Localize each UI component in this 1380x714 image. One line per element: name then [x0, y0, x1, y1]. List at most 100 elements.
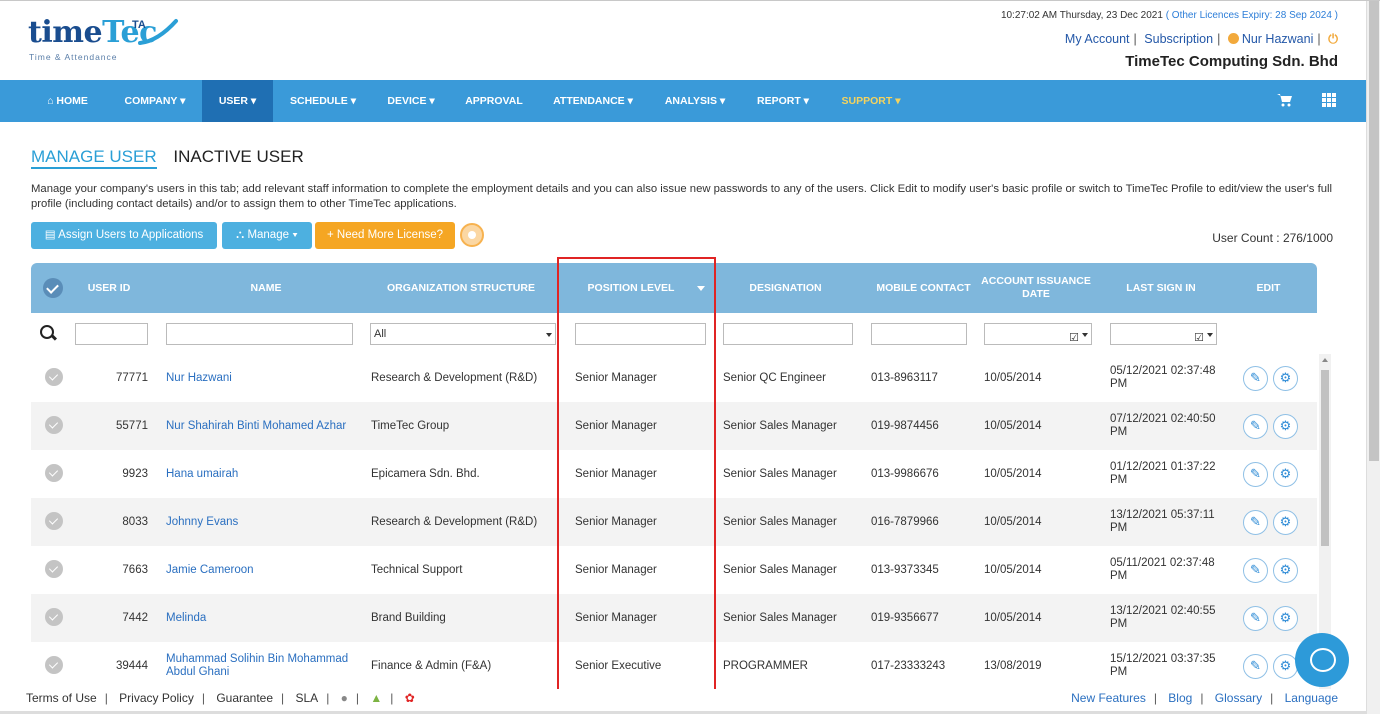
new-features-link[interactable]: New Features: [1071, 691, 1146, 705]
language-link[interactable]: Language: [1285, 691, 1338, 705]
apple-icon[interactable]: ●: [341, 691, 348, 705]
nav-home[interactable]: ⌂ HOME: [30, 80, 105, 122]
tab-inactive-user[interactable]: INACTIVE USER: [173, 147, 303, 166]
nav-attendance[interactable]: ATTENDANCE ▾: [545, 80, 641, 122]
col-user-id[interactable]: USER ID: [83, 263, 135, 313]
nav-analysis[interactable]: ANALYSIS ▾: [655, 80, 735, 122]
nav-support[interactable]: SUPPORT ▾: [832, 80, 910, 122]
my-account-link[interactable]: My Account: [1065, 32, 1130, 46]
cell-issuance: 10/05/2014: [984, 563, 1042, 576]
cell-name-link[interactable]: Nur Hazwani: [166, 354, 366, 402]
select-all-checkbox[interactable]: [43, 278, 63, 298]
cell-mobile: 013-9373345: [871, 563, 939, 576]
settings-gear-button[interactable]: ⚙: [1273, 606, 1298, 631]
filter-org-select[interactable]: All: [370, 323, 556, 345]
logo-swoosh-icon: [138, 19, 178, 45]
grid-icon[interactable]: [1322, 80, 1336, 122]
settings-gear-button[interactable]: ⚙: [1273, 462, 1298, 487]
edit-pencil-button[interactable]: ✎: [1243, 558, 1268, 583]
licence-expiry[interactable]: ( Other Licences Expiry: 28 Sep 2024 ): [1166, 10, 1338, 21]
cell-name-link[interactable]: Johnny Evans: [166, 498, 366, 546]
terms-link[interactable]: Terms of Use: [26, 691, 97, 705]
footer-left: Terms of Use | Privacy Policy | Guarantee |…: [26, 691, 415, 705]
edit-pencil-button[interactable]: ✎: [1243, 510, 1268, 535]
settings-gear-button[interactable]: ⚙: [1273, 558, 1298, 583]
nav-approval[interactable]: APPROVAL: [458, 80, 530, 122]
settings-gear-button[interactable]: ⚙: [1273, 510, 1298, 535]
cell-name-link[interactable]: Jamie Cameroon: [166, 546, 366, 594]
tab-manage-user[interactable]: MANAGE USER: [31, 147, 157, 169]
manage-dropdown-button[interactable]: ⛬ Manage ▾: [222, 222, 312, 249]
cart-icon[interactable]: [1277, 80, 1293, 122]
search-icon[interactable]: [40, 325, 58, 343]
row-checkbox[interactable]: [45, 512, 63, 530]
page-description: Manage your company's users in this tab;…: [31, 183, 1333, 210]
settings-gear-button[interactable]: ⚙: [1273, 414, 1298, 439]
timetec-logo[interactable]: timeTec TA Time & Attendance: [28, 13, 208, 63]
cell-user-id: 8033: [122, 515, 148, 528]
nav-schedule[interactable]: SCHEDULE ▾: [278, 80, 368, 122]
nav-report[interactable]: REPORT ▾: [748, 80, 818, 122]
cell-last-sign-in: 05/11/2021 02:37:48 PM: [1110, 557, 1215, 582]
position-level-highlight: [557, 257, 716, 704]
row-checkbox[interactable]: [45, 608, 63, 626]
header-right: 10:27:02 AM Thursday, 23 Dec 2021 ( Othe…: [1001, 10, 1338, 70]
need-license-button[interactable]: + Need More License?: [315, 222, 455, 249]
col-name[interactable]: NAME: [166, 263, 366, 313]
col-designation[interactable]: DESIGNATION: [723, 263, 848, 313]
filter-mobile-input[interactable]: [871, 323, 967, 345]
col-last-sign-in[interactable]: LAST SIGN IN: [1101, 263, 1221, 313]
page-scrollbar[interactable]: [1366, 1, 1380, 714]
cell-name-link[interactable]: Nur Shahirah Binti Mohamed Azhar: [166, 402, 366, 450]
huawei-icon[interactable]: ✿: [405, 691, 415, 705]
col-mobile[interactable]: MOBILE CONTACT: [866, 263, 981, 313]
row-checkbox[interactable]: [45, 416, 63, 434]
lightbulb-icon[interactable]: [460, 223, 484, 247]
sla-link[interactable]: SLA: [296, 691, 319, 705]
cell-name-link[interactable]: Hana umairah: [166, 450, 366, 498]
guarantee-link[interactable]: Guarantee: [216, 691, 273, 705]
sitemap-icon: ⛬: [236, 229, 245, 241]
nav-device[interactable]: DEVICE ▾: [376, 80, 446, 122]
id-card-icon: ▤: [44, 229, 56, 241]
privacy-link[interactable]: Privacy Policy: [119, 691, 194, 705]
edit-pencil-button[interactable]: ✎: [1243, 654, 1268, 679]
blog-link[interactable]: Blog: [1168, 691, 1192, 705]
company-name: TimeTec Computing Sdn. Bhd: [1125, 53, 1338, 70]
cell-designation: PROGRAMMER: [723, 659, 808, 672]
user-count: User Count : 276/1000: [1212, 231, 1333, 245]
cell-name-link[interactable]: Melinda: [166, 594, 366, 642]
cell-issuance: 10/05/2014: [984, 611, 1042, 624]
chat-bubble-icon[interactable]: [1295, 633, 1349, 687]
row-checkbox[interactable]: [45, 560, 63, 578]
filter-last-sign-date[interactable]: ☑: [1110, 323, 1217, 345]
settings-gear-button[interactable]: ⚙: [1273, 366, 1298, 391]
filter-designation-input[interactable]: [723, 323, 853, 345]
row-checkbox[interactable]: [45, 656, 63, 674]
filter-user-id-input[interactable]: [75, 323, 148, 345]
footer-right: New Features | Blog | Glossary | Language: [1071, 691, 1338, 705]
cell-name-link[interactable]: Muhammad Solihin Bin Mohammad Abdul Ghan…: [166, 642, 366, 690]
edit-pencil-button[interactable]: ✎: [1243, 462, 1268, 487]
edit-pencil-button[interactable]: ✎: [1243, 606, 1268, 631]
assign-users-button[interactable]: ▤ Assign Users to Applications: [31, 222, 217, 249]
subscription-link[interactable]: Subscription: [1144, 32, 1213, 46]
nav-company[interactable]: COMPANY ▾: [110, 80, 200, 122]
edit-pencil-button[interactable]: ✎: [1243, 366, 1268, 391]
nav-user[interactable]: USER ▾: [202, 80, 273, 122]
android-icon[interactable]: ▲: [370, 691, 382, 705]
filter-name-input[interactable]: [166, 323, 353, 345]
row-checkbox[interactable]: [45, 464, 63, 482]
cell-mobile: 019-9874456: [871, 419, 939, 432]
edit-pencil-button[interactable]: ✎: [1243, 414, 1268, 439]
col-issuance-date[interactable]: ACCOUNT ISSUANCE DATE: [981, 263, 1091, 313]
col-org[interactable]: ORGANIZATION STRUCTURE: [371, 263, 551, 313]
row-checkbox[interactable]: [45, 368, 63, 386]
cell-last-sign-in: 01/12/2021 01:37:22 PM: [1110, 461, 1216, 486]
filter-issuance-date[interactable]: ☑: [984, 323, 1092, 345]
logout-power-icon[interactable]: ⏻: [1328, 32, 1338, 46]
glossary-link[interactable]: Glossary: [1215, 691, 1262, 705]
cell-mobile: 013-9986676: [871, 467, 939, 480]
cell-mobile: 016-7879966: [871, 515, 939, 528]
user-name-link[interactable]: Nur Hazwani: [1242, 32, 1314, 46]
